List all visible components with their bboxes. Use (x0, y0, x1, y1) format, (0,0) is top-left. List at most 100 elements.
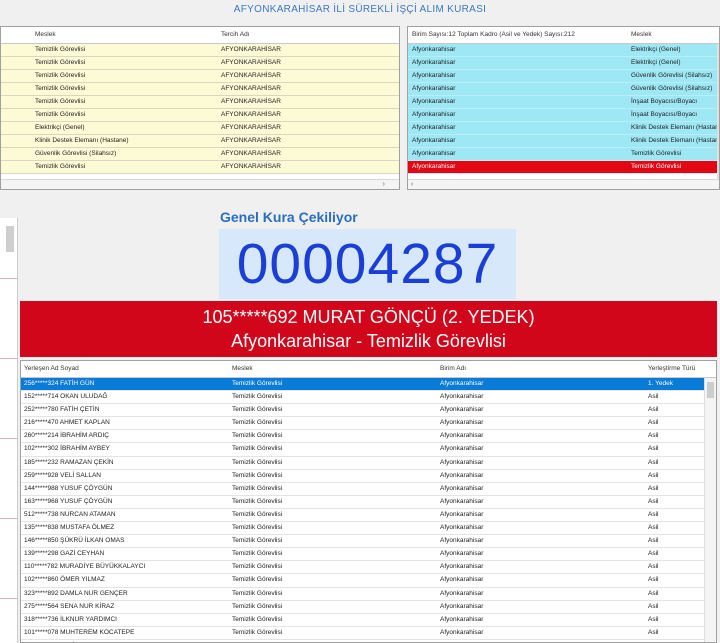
horizontal-scrollbar[interactable]: ‹ (408, 179, 719, 189)
scroll-right-icon[interactable]: › (383, 180, 385, 189)
table-row[interactable]: Temizlik Görevlisi AFYONKARAHİSAR (1, 83, 399, 96)
table-cell: AFYONKARAHİSAR (221, 111, 281, 118)
table-cell: Afyonkarahisar (440, 589, 484, 597)
table-row[interactable]: Afyonkarahisar Klinik Destek Elemanı (Has… (408, 122, 719, 135)
draw-status-label: Genel Kura Çekiliyor (220, 209, 358, 225)
vertical-scrollbar[interactable] (717, 44, 719, 179)
table-cell: Asil (648, 602, 659, 610)
table-cell: Temizlik Görevlisi (232, 563, 283, 571)
table-row[interactable]: 216*****470 AHMET KAPLAN Temizlik Görevli… (21, 417, 716, 431)
table-cell: Afyonkarahisar (440, 432, 484, 440)
column-header-tur[interactable]: Yerleştirme Türü (648, 361, 695, 377)
table-cell: Asil (648, 484, 659, 492)
table-cell: 216*****470 AHMET KAPLAN (24, 419, 110, 427)
table-row[interactable]: Afyonkarahisar Güvenlik Görevlisi (Silahs… (408, 70, 719, 83)
table-row[interactable]: Afyonkarahisar İnşaat Boyacısı/Boyacı (408, 96, 719, 109)
table-row[interactable]: Temizlik Görevlisi AFYONKARAHİSAR (1, 161, 399, 174)
unit-grid[interactable]: Birim Sayısı:12 Toplam Kadro (Asil ve Ye… (407, 26, 720, 190)
table-row[interactable]: Afyonkarahisar Temizlik Görevlisi (408, 148, 719, 161)
table-row[interactable]: Güvenlik Görevlisi (Silahsız) AFYONKARAHİ… (1, 148, 399, 161)
table-row[interactable]: Temizlik Görevlisi AFYONKARAHİSAR (1, 109, 399, 122)
table-cell: İnşaat Boyacısı/Boyacı (631, 98, 698, 105)
table-row[interactable]: 512*****738 NURCAN ATAMAN Temizlik Görevl… (21, 508, 716, 523)
table-row[interactable]: 110*****782 MURADİYE BÜYÜKKALAYCI Temizli… (21, 561, 716, 575)
table-cell: Temizlik Görevlisi (232, 419, 283, 427)
table-cell: 1. Yedek (648, 380, 673, 387)
table-row[interactable]: 139*****298 GAZİ CEYHAN Temizlik Görevlis… (21, 548, 716, 562)
table-row[interactable]: 259*****928 VELİ SALLAN Temizlik Görevlis… (21, 469, 716, 483)
table-cell: Temizlik Görevlisi (232, 589, 283, 597)
table-row[interactable]: Klinik Destek Elemanı (Hastane) AFYONKARA… (1, 135, 399, 148)
table-row[interactable]: Temizlik Görevlisi AFYONKARAHİSAR (1, 57, 399, 70)
vertical-scrollbar[interactable] (704, 378, 716, 642)
column-header-meslek[interactable]: Meslek (232, 361, 253, 377)
table-row[interactable]: 101*****078 MUHTEREM KOCATEPE Temizlik Gö… (21, 626, 716, 640)
table-cell: Asil (648, 550, 659, 558)
table-cell: 139*****298 GAZİ CEYHAN (24, 550, 105, 558)
scroll-left-icon[interactable]: ‹ (411, 180, 413, 189)
table-cell: AFYONKARAHİSAR (221, 46, 281, 53)
table-row[interactable]: Afyonkarahisar Elektrikçi (Genel) (408, 57, 719, 70)
table-cell: Asil (648, 537, 659, 545)
table-cell: 185*****232 RAMAZAN ÇEKİN (24, 458, 114, 466)
table-row[interactable]: 275*****564 SENA NUR KİRAZ Temizlik Görev… (21, 600, 716, 614)
table-row[interactable]: 146*****850 ŞÜKRÜ İLKAN OMAS Temizlik Gör… (21, 535, 716, 549)
table-cell: Afyonkarahisar (412, 163, 456, 170)
table-cell: Afyonkarahisar (440, 419, 484, 427)
table-row[interactable]: 318*****736 İLKNUR YARDIMCI Temizlik Göre… (21, 613, 716, 627)
preference-grid[interactable]: Meslek Tercih Adı Temizlik Görevlisi AFYO… (0, 26, 400, 190)
table-row[interactable]: 323*****892 DAMLA NUR GENÇER Temizlik Gör… (21, 587, 716, 601)
table-row[interactable]: 102*****860 ÖMER YILMAZ Temizlik Görevlis… (21, 574, 716, 588)
column-header-meslek[interactable]: Meslek (35, 27, 56, 43)
table-cell: Afyonkarahisar (412, 124, 456, 131)
table-row[interactable]: Afyonkarahisar Temizlik Görevlisi (408, 161, 719, 174)
table-row[interactable]: 163*****968 YUSUF ÇÖYGÜN Temizlik Görevli… (21, 495, 716, 509)
table-cell: Temizlik Görevlisi (232, 510, 283, 518)
table-cell: AFYONKARAHİSAR (221, 59, 281, 66)
table-row[interactable]: Temizlik Görevlisi AFYONKARAHİSAR (1, 70, 399, 83)
table-row[interactable]: Temizlik Görevlisi AFYONKARAHİSAR (1, 96, 399, 109)
table-row[interactable]: 135*****838 MUSTAFA ÖLMEZ Temizlik Görevl… (21, 522, 716, 536)
table-row[interactable]: Temizlik Görevlisi AFYONKARAHİSAR (1, 44, 399, 57)
table-row[interactable]: 252*****780 FATİH ÇETİN Temizlik Görevlis… (21, 404, 716, 418)
table-cell: AFYONKARAHİSAR (221, 85, 281, 92)
table-row[interactable]: Elektrikçi (Genel) AFYONKARAHİSAR (1, 122, 399, 135)
placement-grid[interactable]: Yerleşen Ad Soyad Meslek Birim Adı Yerle… (20, 360, 717, 643)
table-row[interactable]: 260*****214 İBRAHİM ARDIÇ Temizlik Görevl… (21, 430, 716, 444)
grid-body: Afyonkarahisar Elektrikçi (Genel) Afyonkar… (408, 44, 719, 174)
table-cell: 163*****968 YUSUF ÇÖYGÜN (24, 497, 113, 505)
column-header-ad-soyad[interactable]: Yerleşen Ad Soyad (24, 361, 79, 377)
table-cell: Elektrikçi (Genel) (631, 59, 681, 66)
table-cell: Asil (648, 458, 659, 466)
table-cell: 135*****838 MUSTAFA ÖLMEZ (24, 524, 115, 532)
table-row[interactable]: 102*****302 İBRAHİM AYBEY Temizlik Görevl… (21, 443, 716, 457)
table-cell: Asil (648, 471, 659, 479)
table-row[interactable]: 152*****714 OKAN ULUDAĞ Temizlik Görevlis… (21, 391, 716, 405)
horizontal-scrollbar[interactable]: › (1, 179, 399, 189)
table-row[interactable]: 185*****232 RAMAZAN ÇEKİN Temizlik Görevl… (21, 456, 716, 470)
column-header-birim[interactable]: Birim Adı (440, 361, 466, 377)
column-header-birim[interactable]: Birim Sayısı:12 Toplam Kadro (Asil ve Ye… (412, 27, 575, 43)
table-row[interactable]: Afyonkarahisar Güvenlik Görevlisi (Silahs… (408, 83, 719, 96)
scrollbar-thumb[interactable] (707, 382, 714, 398)
column-header-tercih[interactable]: Tercih Adı (221, 27, 250, 43)
column-header-meslek[interactable]: Meslek (631, 27, 652, 43)
table-cell: Afyonkarahisar (440, 458, 484, 466)
table-cell: Afyonkarahisar (440, 510, 484, 518)
table-cell: Asil (648, 393, 659, 401)
table-cell: 102*****860 ÖMER YILMAZ (24, 576, 105, 584)
table-cell: Temizlik Görevlisi (232, 628, 283, 636)
table-cell: Elektrikçi (Genel) (631, 46, 681, 53)
table-row[interactable]: 144*****988 YUSUF ÇÖYGÜN Temizlik Görevli… (21, 482, 716, 496)
grid-header: Meslek Tercih Adı (1, 27, 399, 44)
table-cell: Temizlik Görevlisi (35, 59, 86, 66)
table-row[interactable]: Afyonkarahisar İnşaat Boyacısı/Boyacı (408, 109, 719, 122)
table-cell: 318*****736 İLKNUR YARDIMCI (24, 615, 117, 623)
table-row[interactable]: Afyonkarahisar Elektrikçi (Genel) (408, 44, 719, 57)
side-list-panel[interactable] (0, 218, 18, 643)
scrollbar-thumb[interactable] (6, 226, 14, 252)
table-row[interactable]: Afyonkarahisar Klinik Destek Elemanı (Has… (408, 135, 719, 148)
table-row[interactable]: 256*****324 FATİH GÜN Temizlik Görevlisi A… (21, 378, 716, 392)
table-cell: 252*****780 FATİH ÇETİN (24, 406, 100, 414)
table-cell: 152*****714 OKAN ULUDAĞ (24, 393, 108, 401)
